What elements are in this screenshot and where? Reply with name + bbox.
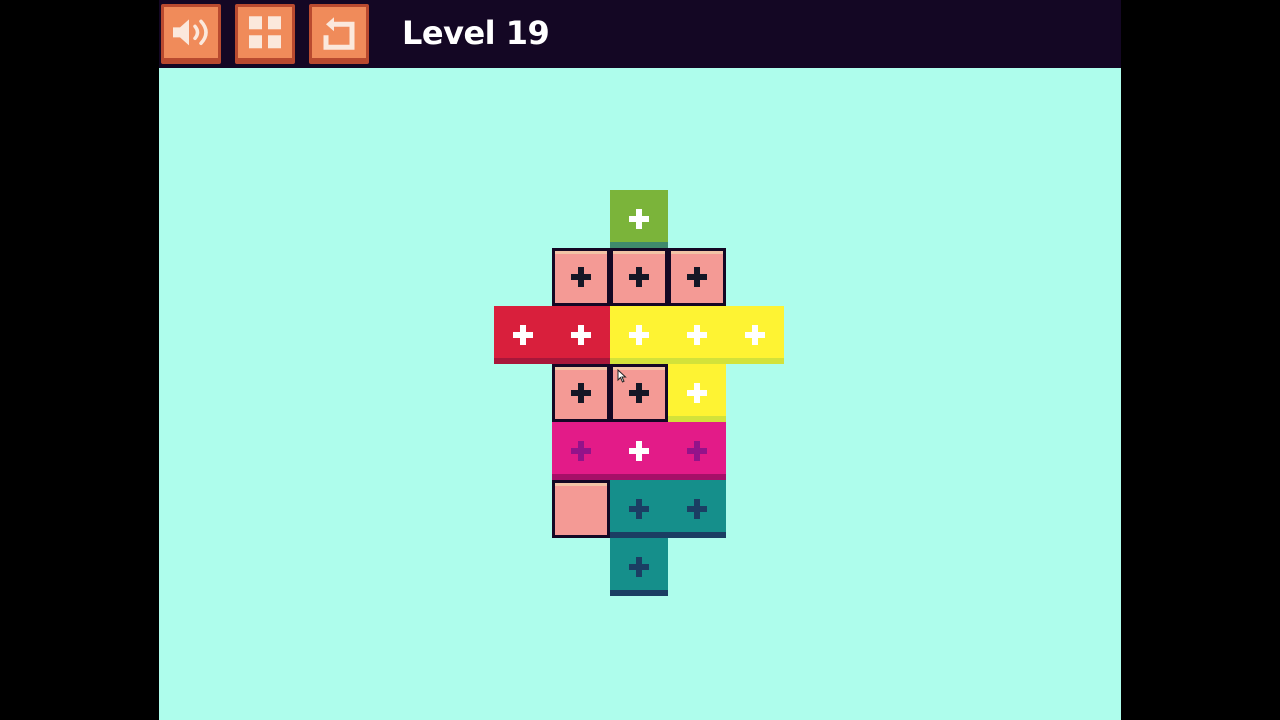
tile-red[interactable] xyxy=(552,306,610,364)
plus-icon xyxy=(745,325,765,345)
tile-yellow[interactable] xyxy=(726,306,784,364)
tile-salmon[interactable] xyxy=(610,248,668,306)
tile-red[interactable] xyxy=(494,306,552,364)
tile-yellow[interactable] xyxy=(668,306,726,364)
plus-icon xyxy=(571,383,591,403)
plus-icon xyxy=(629,209,649,229)
plus-icon xyxy=(571,267,591,287)
tile-magenta[interactable] xyxy=(610,422,668,480)
tile-teal[interactable] xyxy=(610,538,668,596)
plus-icon xyxy=(571,441,591,461)
plus-icon xyxy=(629,499,649,519)
plus-icon xyxy=(687,267,707,287)
tile-yellow[interactable] xyxy=(668,364,726,422)
plus-icon xyxy=(687,383,707,403)
tile-teal[interactable] xyxy=(610,480,668,538)
tile-green[interactable] xyxy=(610,190,668,248)
plus-icon xyxy=(629,441,649,461)
plus-icon xyxy=(687,325,707,345)
tile-magenta[interactable] xyxy=(668,422,726,480)
plus-icon xyxy=(629,557,649,577)
tile-magenta[interactable] xyxy=(552,422,610,480)
tile-teal[interactable] xyxy=(668,480,726,538)
plus-icon xyxy=(513,325,533,345)
tile-salmon[interactable] xyxy=(552,248,610,306)
plus-icon xyxy=(687,441,707,461)
tile-salmon[interactable] xyxy=(552,364,610,422)
plus-icon xyxy=(629,267,649,287)
plus-icon xyxy=(629,383,649,403)
tile-salmon[interactable] xyxy=(552,480,610,538)
tile-yellow[interactable] xyxy=(610,306,668,364)
mouse-cursor-icon xyxy=(617,369,627,383)
puzzle-board[interactable] xyxy=(159,0,1121,720)
tile-salmon[interactable] xyxy=(668,248,726,306)
plus-icon xyxy=(571,325,591,345)
game-stage[interactable]: Level 19 xyxy=(159,0,1121,720)
plus-icon xyxy=(687,499,707,519)
plus-icon xyxy=(629,325,649,345)
